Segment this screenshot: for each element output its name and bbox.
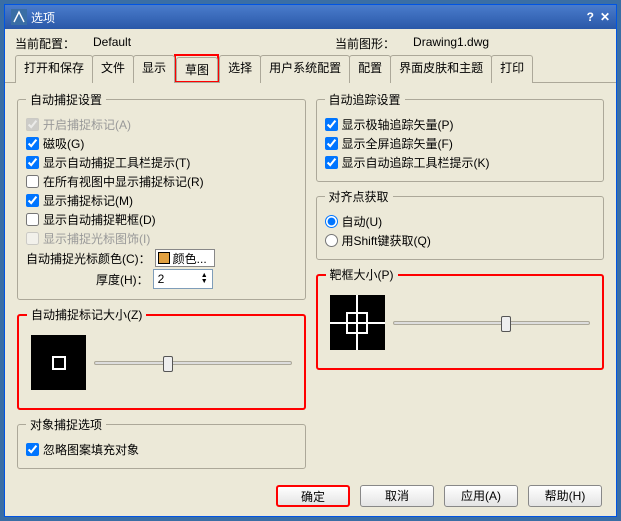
thickness-label: 厚度(H)： bbox=[96, 271, 149, 288]
tab-display[interactable]: 显示 bbox=[133, 55, 175, 83]
chk-aperture-box[interactable] bbox=[26, 213, 39, 226]
help-sys-button[interactable]: ? bbox=[587, 10, 594, 24]
osnap-options-group: 对象捕捉选项 忽略图案填充对象 bbox=[17, 416, 306, 469]
options-dialog: 选项 ? ✕ 当前配置： Default 当前图形： Drawing1.dwg … bbox=[4, 4, 617, 517]
button-row: 确定 取消 应用(A) 帮助(H) bbox=[5, 477, 616, 515]
marker-preview bbox=[31, 335, 86, 390]
chk-ignore-hatch[interactable] bbox=[26, 443, 39, 456]
close-sys-button[interactable]: ✕ bbox=[600, 10, 610, 24]
chk-cursor-deco bbox=[26, 232, 39, 245]
radio-auto[interactable] bbox=[325, 215, 338, 228]
snap-color-label: 自动捕捉光标颜色(C)： bbox=[26, 250, 151, 267]
tab-drafting[interactable]: 草图 bbox=[176, 57, 218, 81]
marker-size-group: 自动捕捉标记大小(Z) bbox=[17, 306, 306, 410]
tab-user-prefs[interactable]: 用户系统配置 bbox=[260, 55, 350, 83]
spin-down-icon[interactable]: ▼ bbox=[201, 279, 208, 285]
alignpoint-legend: 对齐点获取 bbox=[325, 188, 393, 205]
aperture-size-slider[interactable] bbox=[393, 321, 591, 325]
ok-button[interactable]: 确定 bbox=[276, 485, 350, 507]
titlebar: 选项 ? ✕ bbox=[5, 5, 616, 29]
chk-show-marker[interactable] bbox=[26, 194, 39, 207]
color-swatch-icon bbox=[158, 252, 170, 264]
tab-profiles[interactable]: 配置 bbox=[349, 55, 391, 83]
chk-enable-marker bbox=[26, 118, 39, 131]
tab-skin-theme[interactable]: 界面皮肤和主题 bbox=[390, 55, 492, 83]
current-drawing-label: 当前图形： bbox=[335, 35, 395, 52]
osnap-options-legend: 对象捕捉选项 bbox=[26, 416, 106, 433]
app-icon bbox=[11, 9, 27, 25]
tab-print[interactable]: 打印 bbox=[491, 55, 533, 83]
current-profile-value: Default bbox=[93, 35, 243, 52]
autotrack-group: 自动追踪设置 显示极轴追踪矢量(P) 显示全屏追踪矢量(F) 显示自动追踪工具栏… bbox=[316, 91, 605, 182]
help-button[interactable]: 帮助(H) bbox=[528, 485, 602, 507]
snap-color-button[interactable]: 颜色... bbox=[155, 249, 215, 267]
current-profile-label: 当前配置： bbox=[15, 35, 75, 52]
autosnap-legend: 自动捕捉设置 bbox=[26, 91, 106, 108]
chk-fullscreen-vector[interactable] bbox=[325, 137, 338, 150]
chk-track-tooltip[interactable] bbox=[325, 156, 338, 169]
tab-open-save[interactable]: 打开和保存 bbox=[15, 55, 93, 83]
aperture-size-group: 靶框大小(P) bbox=[316, 266, 605, 370]
chk-magnet[interactable] bbox=[26, 137, 39, 150]
chk-polar-vector[interactable] bbox=[325, 118, 338, 131]
radio-shift[interactable] bbox=[325, 234, 338, 247]
aperture-size-legend: 靶框大小(P) bbox=[326, 266, 398, 283]
current-drawing-value: Drawing1.dwg bbox=[413, 35, 563, 52]
autotrack-legend: 自动追踪设置 bbox=[325, 91, 405, 108]
thickness-spinner[interactable]: 2▲▼ bbox=[153, 269, 213, 289]
autosnap-group: 自动捕捉设置 开启捕捉标记(A) 磁吸(G) 显示自动捕捉工具栏提示(T) 在所… bbox=[17, 91, 306, 300]
tab-files[interactable]: 文件 bbox=[92, 55, 134, 83]
chk-snap-tooltip[interactable] bbox=[26, 156, 39, 169]
tab-strip: 打开和保存 文件 显示 草图 选择 用户系统配置 配置 界面皮肤和主题 打印 bbox=[5, 54, 616, 83]
alignpoint-group: 对齐点获取 自动(U) 用Shift键获取(Q) bbox=[316, 188, 605, 260]
marker-size-slider[interactable] bbox=[94, 361, 292, 365]
chk-all-views[interactable] bbox=[26, 175, 39, 188]
apply-button[interactable]: 应用(A) bbox=[444, 485, 518, 507]
window-title: 选项 bbox=[31, 9, 55, 26]
aperture-preview bbox=[330, 295, 385, 350]
tab-selection[interactable]: 选择 bbox=[219, 55, 261, 83]
cancel-button[interactable]: 取消 bbox=[360, 485, 434, 507]
marker-size-legend: 自动捕捉标记大小(Z) bbox=[27, 306, 146, 323]
